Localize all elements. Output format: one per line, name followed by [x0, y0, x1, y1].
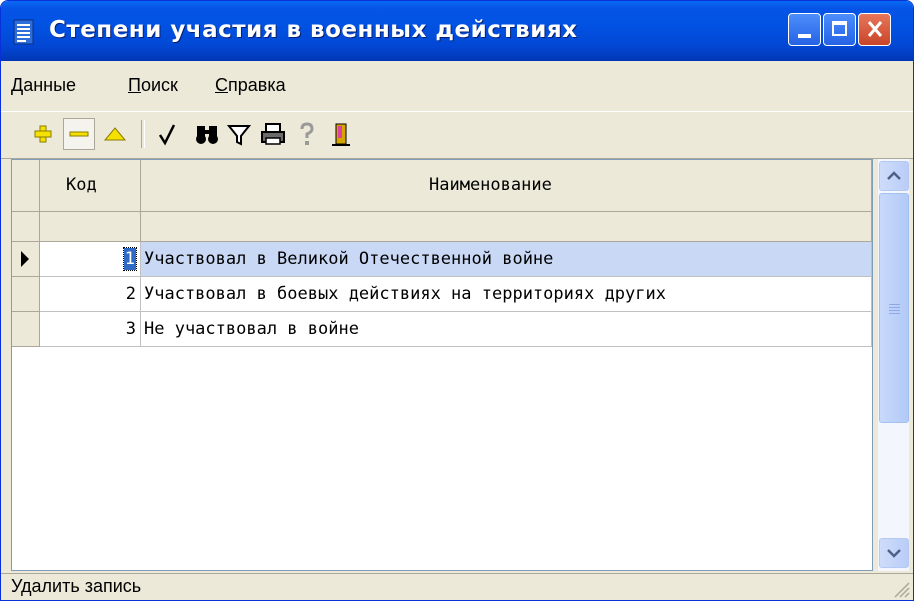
- table-row[interactable]: 3 Не участвовал в войне: [12, 312, 872, 347]
- menu-help-accel: С: [215, 75, 228, 95]
- application-window: Степени участия в военных действиях Данн…: [0, 0, 914, 601]
- column-header-code-label: Код: [66, 175, 97, 195]
- scroll-up-button[interactable]: [879, 161, 909, 191]
- delete-record-button[interactable]: [63, 118, 95, 150]
- filter-name-cell[interactable]: [141, 212, 872, 242]
- cell-name[interactable]: Не участвовал в войне: [141, 312, 872, 347]
- toolbar-separator: [141, 120, 145, 148]
- thumb-grip: [889, 310, 900, 311]
- data-grid[interactable]: Код Наименование 1 Участвовал в Великой …: [11, 159, 873, 571]
- vertical-scrollbar[interactable]: [877, 159, 909, 571]
- chevron-up-icon: [887, 171, 901, 180]
- table-row[interactable]: 1 Участвовал в Великой Отечественной вой…: [12, 242, 872, 277]
- status-bar: Удалить запись: [1, 573, 913, 600]
- grid-corner-header: [12, 160, 40, 212]
- cell-code[interactable]: 2: [40, 277, 141, 312]
- close-button[interactable]: [858, 13, 891, 46]
- menu-help[interactable]: Справка: [215, 75, 286, 96]
- maximize-icon: [832, 21, 847, 36]
- find-binoculars-icon[interactable]: [191, 118, 223, 150]
- close-icon: [867, 21, 883, 37]
- row-indicator: [12, 242, 40, 277]
- column-header-name-label: Наименование: [429, 175, 552, 195]
- maximize-button[interactable]: [823, 13, 856, 46]
- title-bar[interactable]: Степени участия в военных действиях: [1, 1, 913, 61]
- confirm-check-icon[interactable]: [151, 118, 183, 150]
- menu-bar: Данные Поиск Справка: [1, 61, 913, 111]
- cell-name[interactable]: Участвовал в боевых действиях на террито…: [141, 277, 872, 312]
- menu-data-accel: Д: [11, 75, 24, 95]
- menu-search[interactable]: Поиск: [128, 75, 178, 96]
- menu-search-accel: П: [128, 75, 141, 95]
- scroll-down-button[interactable]: [879, 538, 909, 568]
- help-question-icon[interactable]: [291, 118, 323, 150]
- table-row[interactable]: 2 Участвовал в боевых действиях на терри…: [12, 277, 872, 312]
- cell-code[interactable]: 1: [40, 242, 141, 277]
- edit-record-icon[interactable]: [99, 118, 131, 150]
- print-icon[interactable]: [257, 118, 289, 150]
- add-record-icon[interactable]: [27, 118, 59, 150]
- delete-record-icon: [69, 131, 89, 137]
- row-indicator: [12, 277, 40, 312]
- cell-name[interactable]: Участвовал в Великой Отечественной войне: [141, 242, 872, 277]
- app-document-icon: [13, 19, 34, 45]
- menu-data[interactable]: Данные: [11, 75, 76, 96]
- column-header-code[interactable]: Код: [40, 160, 141, 212]
- status-text: Удалить запись: [11, 576, 142, 596]
- scroll-thumb[interactable]: [879, 193, 909, 423]
- current-row-arrow-icon: [21, 251, 29, 267]
- menu-help-label: правка: [228, 75, 286, 95]
- menu-data-label: анные: [23, 75, 77, 95]
- minimize-icon: [798, 34, 811, 38]
- thumb-grip: [889, 307, 900, 308]
- window-title: Степени участия в военных действиях: [49, 17, 578, 43]
- thumb-grip: [889, 313, 900, 314]
- filter-code-cell[interactable]: [40, 212, 141, 242]
- chevron-down-icon: [887, 549, 901, 558]
- exit-door-icon[interactable]: [325, 118, 357, 150]
- menu-search-label: оиск: [140, 75, 178, 95]
- cell-code[interactable]: 3: [40, 312, 141, 347]
- cell-code-value: 1: [122, 247, 138, 271]
- row-indicator: [12, 312, 40, 347]
- minimize-button[interactable]: [788, 13, 821, 46]
- thumb-grip: [889, 304, 900, 305]
- column-header-name[interactable]: Наименование: [141, 160, 872, 212]
- filter-funnel-icon[interactable]: [223, 118, 255, 150]
- toolbar: [1, 111, 913, 159]
- resize-grip-icon[interactable]: [891, 579, 911, 599]
- filter-row-indicator: [12, 212, 40, 242]
